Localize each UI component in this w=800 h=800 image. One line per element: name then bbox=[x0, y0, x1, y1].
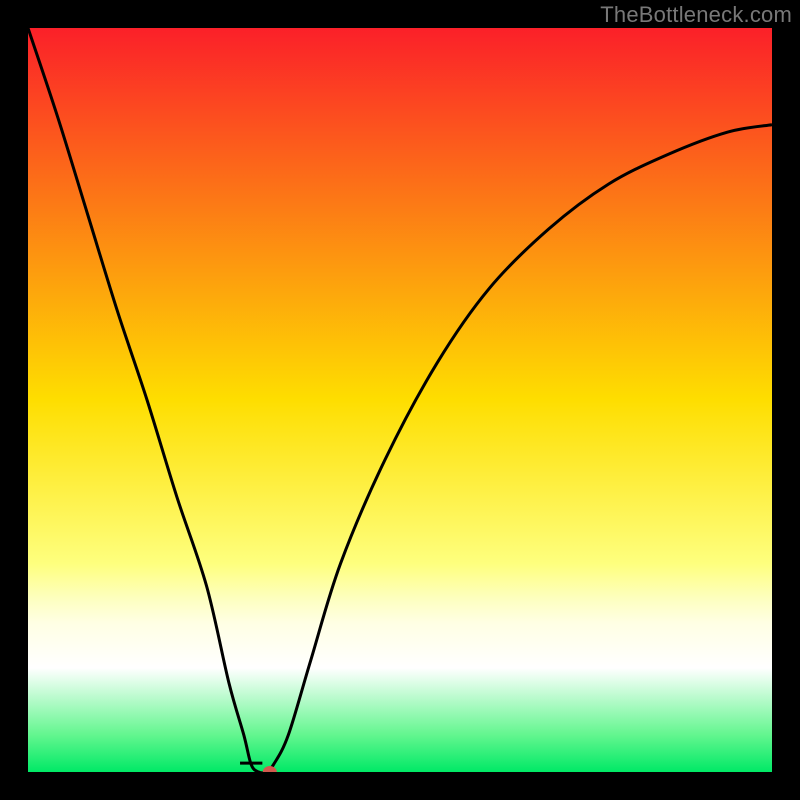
plot-area bbox=[28, 28, 772, 772]
optimal-marker bbox=[263, 766, 277, 772]
bottleneck-curve bbox=[28, 28, 772, 772]
watermark-text: TheBottleneck.com bbox=[600, 2, 792, 28]
chart-container: TheBottleneck.com bbox=[0, 0, 800, 800]
curve-layer bbox=[28, 28, 772, 772]
